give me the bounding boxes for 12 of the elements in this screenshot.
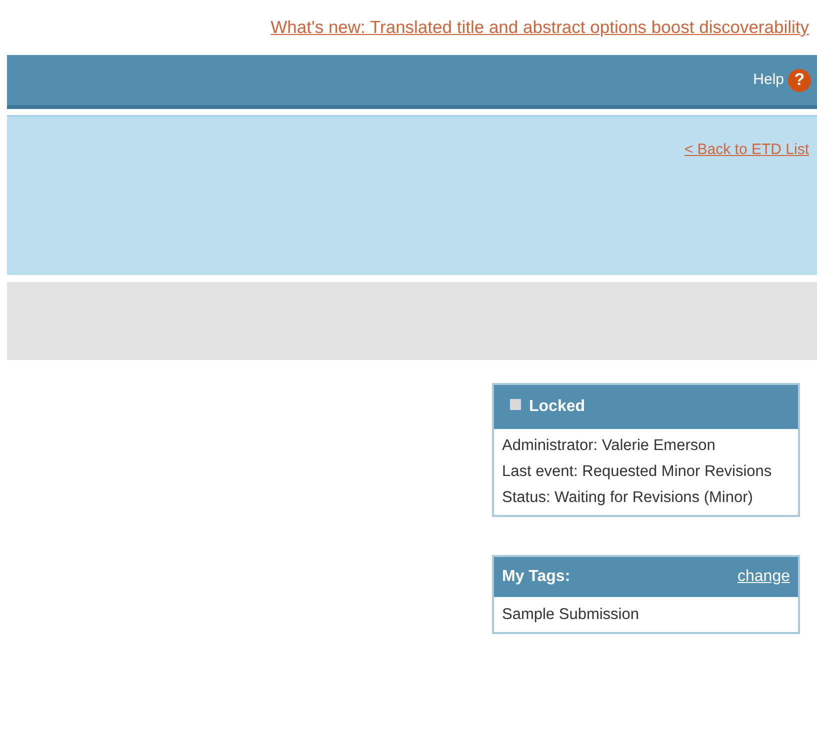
tag-item: Sample Submission	[502, 605, 640, 625]
back-link[interactable]: < Back to ETD List	[684, 139, 809, 162]
announcement-link[interactable]: What's new: Translated title and abstract options boost discoverability	[270, 14, 809, 40]
panel-title: My Tags:	[502, 567, 570, 587]
status-line: Status: Waiting for Revisions (Minor)	[502, 488, 754, 508]
panel-title: Locked	[529, 397, 586, 417]
change-link[interactable]: change	[738, 565, 790, 589]
status-line: Administrator: Valerie Emerson	[502, 436, 716, 456]
help-link[interactable]: Help	[753, 68, 784, 92]
status-line: Last event: Requested Minor Revisions	[502, 462, 773, 482]
help-icon[interactable]: ?	[788, 68, 811, 92]
checkbox[interactable]	[510, 398, 521, 410]
